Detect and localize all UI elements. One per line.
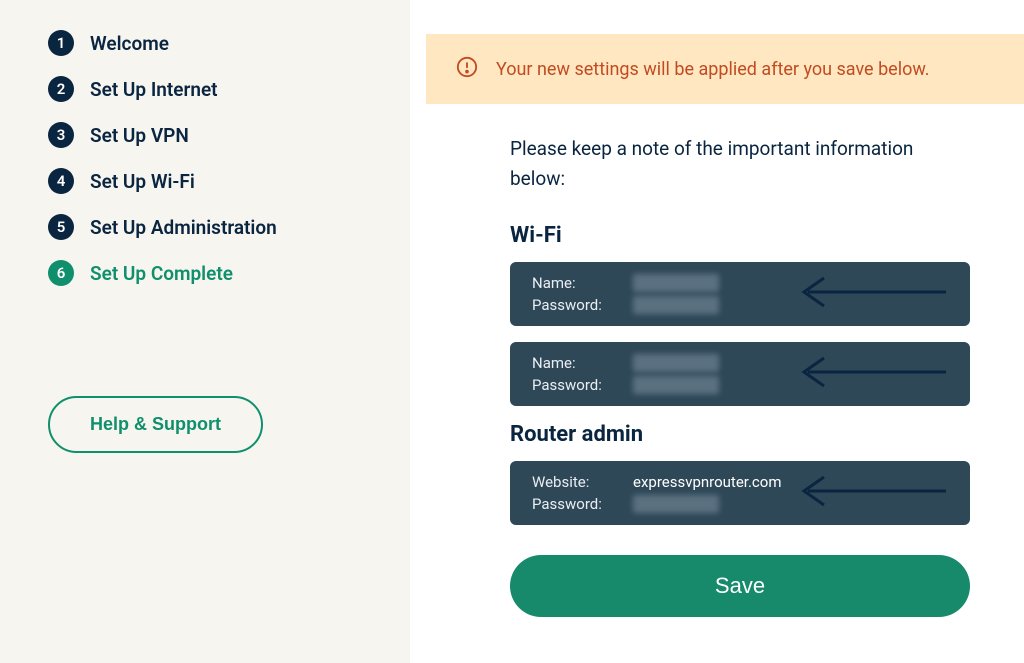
arrow-left-icon — [798, 474, 948, 512]
step-number: 6 — [48, 260, 74, 286]
main-content: Your new settings will be applied after … — [410, 0, 1024, 663]
step-number: 5 — [48, 214, 74, 240]
setup-sidebar: 1 Welcome 2 Set Up Internet 3 Set Up VPN… — [0, 0, 410, 663]
wifi-name-label: Name: — [532, 354, 627, 372]
wifi-card-1: Name: Password: — [510, 262, 970, 326]
wifi-card-2: Name: Password: — [510, 342, 970, 406]
router-website-value: expressvpnrouter.com — [633, 473, 782, 491]
wifi-name-label: Name: — [532, 274, 627, 292]
router-admin-card: Website: expressvpnrouter.com Password: — [510, 461, 970, 525]
save-button[interactable]: Save — [510, 555, 970, 617]
step-complete[interactable]: 6 Set Up Complete — [48, 260, 362, 286]
step-label: Set Up Internet — [90, 78, 218, 101]
step-wifi[interactable]: 4 Set Up Wi-Fi — [48, 168, 362, 194]
wifi-section-title: Wi-Fi — [510, 223, 970, 248]
router-website-label: Website: — [532, 473, 627, 491]
step-label: Set Up Wi-Fi — [90, 170, 195, 193]
wifi-password-label: Password: — [532, 376, 627, 394]
step-label: Set Up VPN — [90, 124, 189, 147]
step-number: 2 — [48, 76, 74, 102]
router-admin-section-title: Router admin — [510, 422, 970, 447]
alert-banner: Your new settings will be applied after … — [426, 34, 1024, 104]
step-administration[interactable]: 5 Set Up Administration — [48, 214, 362, 240]
wifi-password-label: Password: — [532, 296, 627, 314]
alert-text: Your new settings will be applied after … — [496, 59, 930, 80]
arrow-left-icon — [798, 355, 948, 393]
step-number: 1 — [48, 30, 74, 56]
step-label: Welcome — [90, 32, 169, 55]
router-password-value-blurred — [633, 495, 719, 513]
router-password-label: Password: — [532, 495, 627, 513]
wifi-name-value-blurred — [633, 274, 719, 292]
alert-icon — [456, 56, 478, 82]
content-area: Please keep a note of the important info… — [410, 104, 970, 617]
step-number: 4 — [48, 168, 74, 194]
wifi-password-value-blurred — [633, 296, 719, 314]
step-vpn[interactable]: 3 Set Up VPN — [48, 122, 362, 148]
arrow-left-icon — [798, 275, 948, 313]
setup-steps-list: 1 Welcome 2 Set Up Internet 3 Set Up VPN… — [48, 30, 362, 306]
step-label: Set Up Complete — [90, 262, 233, 285]
step-internet[interactable]: 2 Set Up Internet — [48, 76, 362, 102]
step-welcome[interactable]: 1 Welcome — [48, 30, 362, 56]
instruction-text: Please keep a note of the important info… — [510, 134, 970, 195]
step-label: Set Up Administration — [90, 216, 277, 239]
step-number: 3 — [48, 122, 74, 148]
help-support-button[interactable]: Help & Support — [48, 396, 263, 453]
wifi-name-value-blurred — [633, 354, 719, 372]
wifi-password-value-blurred — [633, 376, 719, 394]
